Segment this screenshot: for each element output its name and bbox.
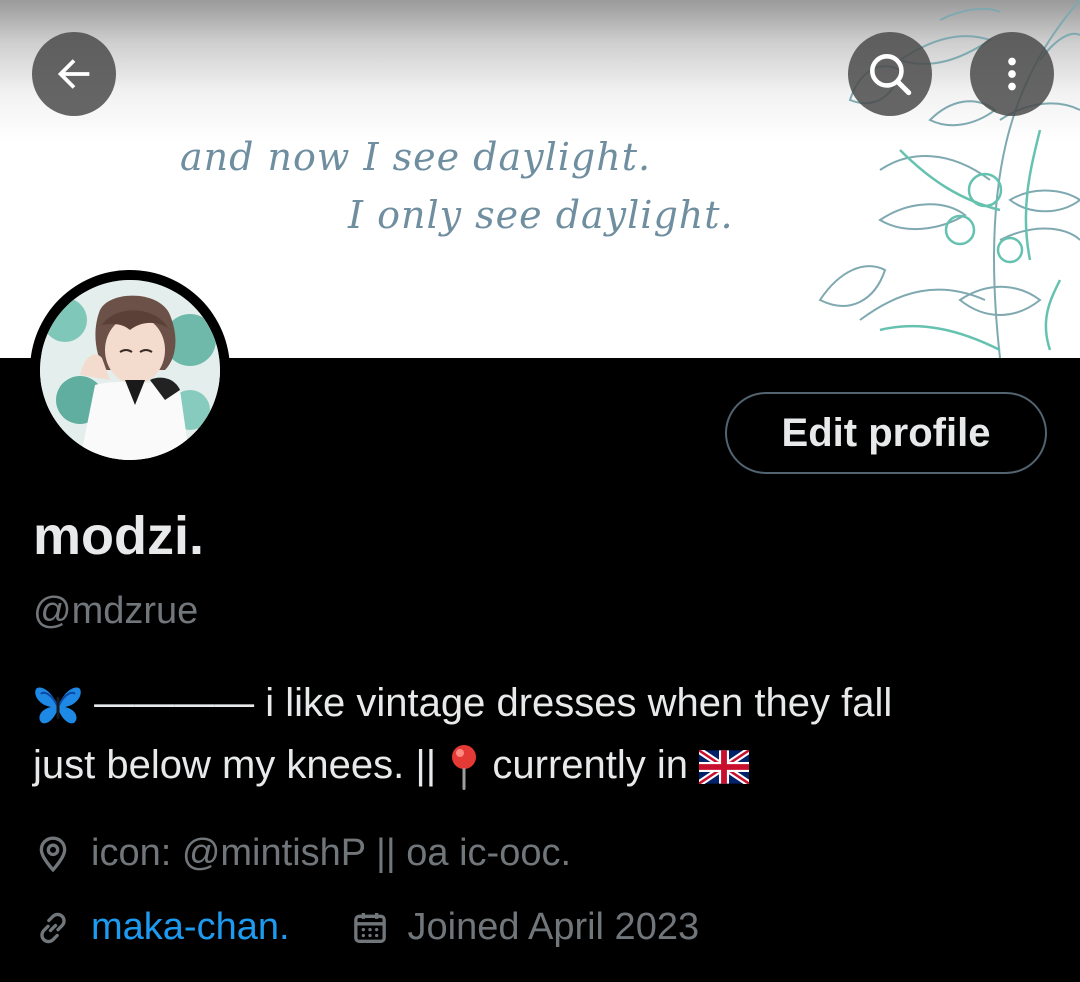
user-handle: @mdzrue [33, 590, 199, 632]
banner-quote: and now I see daylight. I only see dayli… [180, 128, 734, 244]
search-icon [870, 54, 912, 96]
profile-location: icon: @mintishP || oa ic-ooc. [33, 832, 571, 875]
edit-profile-button[interactable]: Edit profile [725, 392, 1047, 474]
profile-bio: ———— i like vintage dresses when they fa… [33, 672, 1043, 796]
arrow-left-icon [57, 59, 90, 89]
bio-text-2: just below my knees. || [33, 743, 448, 787]
bio-text-1: ———— i like vintage dresses when they fa… [94, 681, 893, 725]
website-link[interactable]: maka-chan. [91, 906, 290, 949]
profile-meta-links: maka-chan. Joined April 2023 [33, 906, 699, 949]
link-icon [40, 912, 66, 943]
more-vertical-icon [1008, 57, 1016, 91]
calendar-icon [353, 912, 386, 943]
pushpin-icon [452, 745, 477, 791]
display-name: modzi. [33, 506, 204, 566]
search-button[interactable] [848, 32, 932, 116]
banner-quote-line2: I only see daylight. [348, 193, 734, 237]
back-button[interactable] [32, 32, 116, 116]
bio-text-3: currently in [492, 743, 700, 787]
joined-date: Joined April 2023 [407, 906, 700, 948]
bio-line-1: ———— i like vintage dresses when they fa… [33, 672, 1043, 734]
uk-flag-icon [699, 750, 750, 785]
banner-quote-line1: and now I see daylight. [180, 135, 652, 179]
profile-page: and now I see daylight. I only see dayli… [0, 0, 1080, 982]
bio-line-2: just below my knees. || currently in [33, 734, 1043, 796]
avatar-image [40, 280, 220, 460]
avatar[interactable] [30, 270, 230, 470]
location-pin-icon [39, 835, 67, 872]
location-text: icon: @mintishP || oa ic-ooc. [91, 832, 572, 874]
butterfly-icon [35, 687, 81, 724]
more-options-button[interactable] [970, 32, 1054, 116]
